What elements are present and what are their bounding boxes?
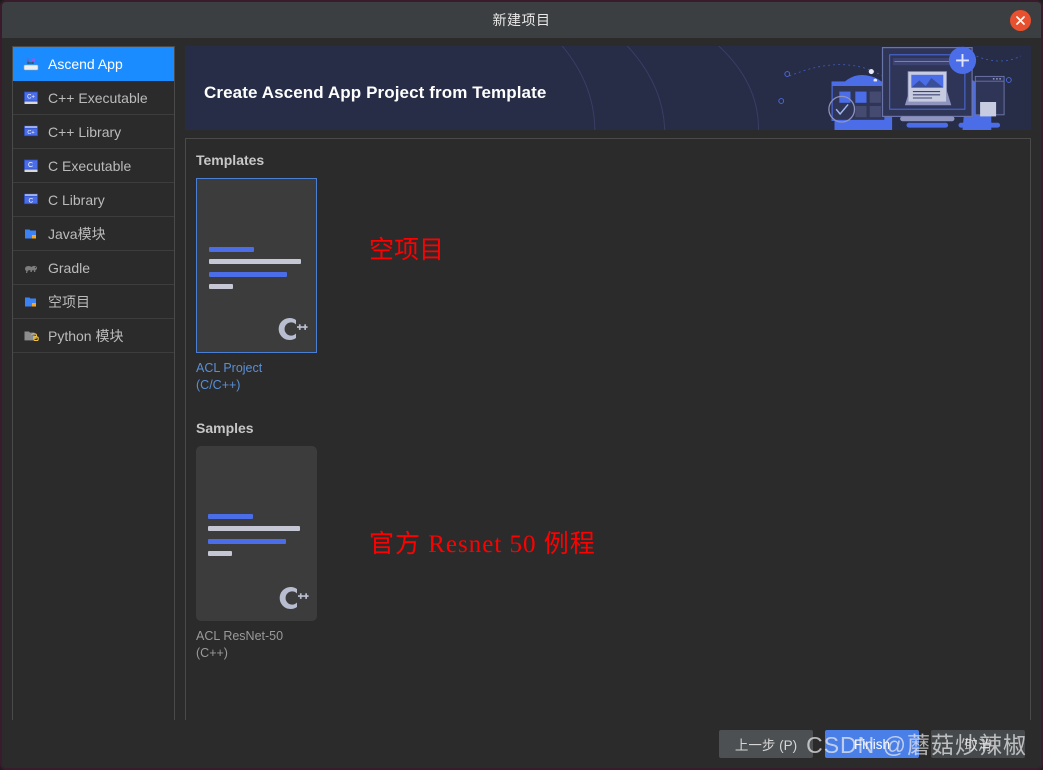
thumb-line-1 (209, 247, 254, 252)
python-module-icon (22, 327, 39, 344)
svg-text:C+: C+ (27, 94, 35, 100)
template-card-acl-project[interactable]: ACL Project (C/C++) (196, 178, 336, 394)
samples-section: Samples ACL ResNet-50 (C++) 官方 Resnet 50… (196, 420, 1030, 662)
sidebar-item-label: C++ Library (48, 123, 122, 140)
sidebar-item-python-module[interactable]: Python 模块 (13, 319, 174, 353)
template-panel: Templates ACL Project (C/C++) 空项目 Sample… (185, 138, 1031, 722)
cancel-button[interactable]: 取消 (931, 730, 1025, 758)
sidebar-item-java-module[interactable]: Java模块 (13, 217, 174, 251)
templates-heading: Templates (196, 152, 265, 168)
sidebar-item-label: Java模块 (48, 225, 106, 242)
finish-button[interactable]: Finish (825, 730, 919, 758)
thumb-line-4 (208, 551, 232, 556)
close-x-glyph (1016, 16, 1025, 25)
empty-project-icon (22, 293, 39, 310)
card-title: ACL Project (196, 361, 263, 375)
thumb-line-3 (209, 272, 287, 277)
gradle-elephant-icon (22, 259, 39, 276)
project-type-sidebar[interactable]: Ascend App C+ C++ Executable C+ C++ Libr… (12, 46, 175, 722)
sample-card-acl-resnet50[interactable]: ACL ResNet-50 (C++) (196, 446, 336, 662)
sidebar-item-label: C++ Executable (48, 89, 148, 106)
c-library-icon: C (22, 191, 39, 208)
svg-text:C: C (28, 197, 33, 204)
cpp-logo-icon (278, 318, 308, 340)
thumb-line-2 (208, 526, 300, 531)
samples-card-row: ACL ResNet-50 (C++) 官方 Resnet 50 例程 (196, 446, 1030, 662)
dialog-title: 新建项目 (492, 12, 551, 28)
banner-title: Create Ascend App Project from Template (204, 83, 547, 102)
sidebar-item-label: Ascend App (48, 55, 123, 72)
thumb-line-3 (208, 539, 286, 544)
sidebar-item-cpp-executable[interactable]: C+ C++ Executable (13, 81, 174, 115)
sidebar-item-c-executable[interactable]: C C Executable (13, 149, 174, 183)
c-executable-icon: C (22, 157, 39, 174)
svg-text:C: C (27, 162, 32, 169)
sidebar-item-label: C Library (48, 191, 105, 208)
dialog-footer: 上一步 (P) Finish 取消 CSDN @蘑菇炒辣椒 (2, 720, 1041, 768)
sidebar-item-gradle[interactable]: Gradle (13, 251, 174, 285)
new-project-dialog: 新建项目 Ascend App C+ C++ Executable C+ C++… (0, 0, 1043, 770)
templates-section: Templates ACL Project (C/C++) 空项目 (196, 152, 1030, 394)
cpp-logo-icon (279, 587, 309, 609)
java-module-icon (22, 225, 39, 242)
close-icon[interactable] (1010, 10, 1031, 31)
sidebar-item-cpp-library[interactable]: C+ C++ Library (13, 115, 174, 149)
sidebar-item-label: C Executable (48, 157, 132, 174)
sidebar-item-c-library[interactable]: C C Library (13, 183, 174, 217)
card-title: ACL ResNet-50 (196, 629, 284, 643)
banner: Create Ascend App Project from Template (185, 46, 1031, 130)
samples-heading: Samples (196, 420, 254, 436)
card-thumbnail[interactable] (196, 178, 317, 353)
thumb-line-4 (209, 284, 233, 289)
annotation-resnet50: 官方 Resnet 50 例程 (369, 531, 596, 558)
previous-button[interactable]: 上一步 (P) (719, 730, 813, 758)
thumb-line-2 (209, 259, 301, 264)
thumb-line-1 (208, 514, 253, 519)
sidebar-item-label: Python 模块 (48, 327, 124, 344)
dialog-body: Ascend App C+ C++ Executable C+ C++ Libr… (2, 39, 1041, 722)
cpp-library-icon: C+ (22, 123, 39, 140)
banner-illustration (828, 46, 1005, 130)
card-subtitle: (C/C++) (196, 378, 241, 392)
card-subtitle: (C++) (196, 646, 228, 660)
sidebar-item-ascend-app[interactable]: Ascend App (13, 47, 174, 81)
content-column: Create Ascend App Project from Template … (185, 46, 1031, 722)
cpp-executable-icon: C+ (22, 89, 39, 106)
sidebar-item-empty-project[interactable]: 空项目 (13, 285, 174, 319)
sidebar-item-label: 空项目 (48, 293, 90, 310)
svg-text:C+: C+ (27, 130, 34, 136)
card-thumbnail[interactable] (196, 446, 317, 621)
ascend-app-icon (22, 55, 39, 72)
annotation-empty-project: 空项目 (369, 237, 445, 264)
templates-card-row: ACL Project (C/C++) 空项目 (196, 178, 1030, 394)
sidebar-item-label: Gradle (48, 259, 91, 276)
dialog-titlebar: 新建项目 (2, 2, 1041, 39)
